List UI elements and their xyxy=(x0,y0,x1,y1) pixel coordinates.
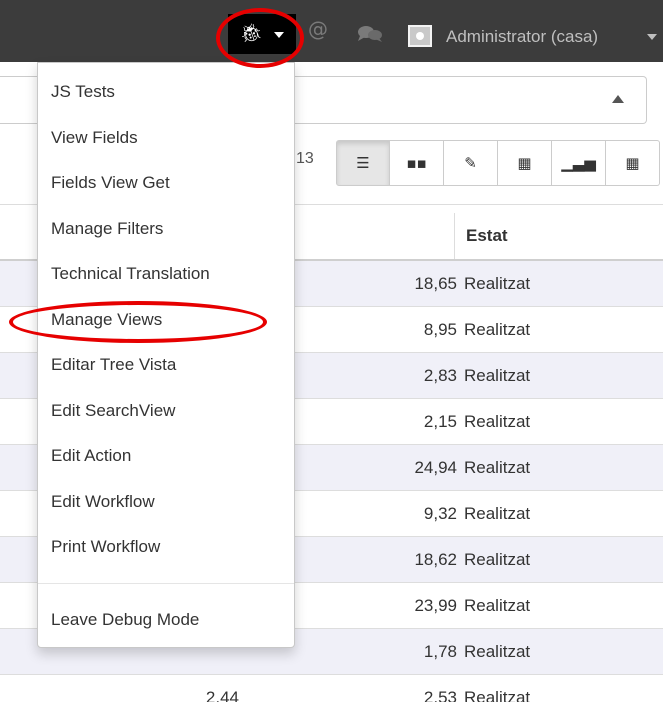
table-cell-total: 18,62 xyxy=(414,550,457,569)
menu-item-technical-translation[interactable]: Technical Translation xyxy=(38,263,294,303)
table-cell-estat: Realitzat xyxy=(464,412,531,431)
bar-chart-icon: ▁▃▅ xyxy=(561,154,596,172)
menu-item-print-workflow[interactable]: Print Workflow xyxy=(38,536,294,576)
column-header-estat[interactable]: Estat xyxy=(466,226,508,246)
table-cell-estat: Realitzat xyxy=(464,596,531,615)
menu-item-view-fields[interactable]: View Fields xyxy=(38,127,294,167)
table-cell-total: 9,32 xyxy=(423,504,457,523)
column-divider xyxy=(454,213,455,259)
view-switcher: ☰ ▪▪ ✎ ▦ ▁▃▅ ▦ xyxy=(336,140,660,186)
table-cell-total: 2,15 xyxy=(423,412,457,431)
table-cell-estat: Realitzat xyxy=(464,550,531,569)
menu-item-manage-filters[interactable]: Manage Filters xyxy=(38,218,294,258)
chevron-down-icon[interactable] xyxy=(647,34,657,40)
table-cell-estat: Realitzat xyxy=(464,274,531,293)
pivot-view-button[interactable]: ▦ xyxy=(498,140,552,186)
menu-divider xyxy=(38,583,294,584)
table-cell-total: 18,65 xyxy=(414,274,457,293)
graph-view-button[interactable]: ▁▃▅ xyxy=(552,140,606,186)
table-cell-total: 1,78 xyxy=(423,642,457,661)
at-icon[interactable]: @ xyxy=(308,18,328,40)
calendar-icon: ▦ xyxy=(625,154,640,172)
top-navbar: 🐞︎ @ Administrator (casa) xyxy=(0,0,663,62)
table-cell-estat: Realitzat xyxy=(464,320,531,339)
table-cell-total: 23,99 xyxy=(414,596,457,615)
table-cell-total: 2,53 xyxy=(423,688,457,702)
pager-value[interactable]: 13 xyxy=(296,150,314,168)
menu-item-edit-workflow[interactable]: Edit Workflow xyxy=(38,491,294,531)
list-icon: ☰ xyxy=(356,154,370,172)
form-view-button[interactable]: ✎ xyxy=(444,140,498,186)
table-cell-estat: Realitzat xyxy=(464,642,531,661)
comments-icon[interactable] xyxy=(357,25,383,43)
menu-item-js-tests[interactable]: JS Tests xyxy=(38,81,294,121)
menu-item-edit-action[interactable]: Edit Action xyxy=(38,445,294,485)
highlight-ring-manage-views xyxy=(9,301,267,343)
table-cell-total: 8,95 xyxy=(423,320,457,339)
table-icon: ▦ xyxy=(517,154,532,172)
menu-item-edit-searchview[interactable]: Edit SearchView xyxy=(38,400,294,440)
table-cell-estat: Realitzat xyxy=(464,458,531,477)
table-cell-total: 24,94 xyxy=(414,458,457,477)
table-row[interactable]: 2,44 2,53 Realitzat xyxy=(0,675,663,702)
user-menu-label[interactable]: Administrator (casa) xyxy=(446,27,598,47)
table-cell-estat: Realitzat xyxy=(464,688,531,702)
caret-up-icon[interactable] xyxy=(612,95,624,103)
table-cell-estat: Realitzat xyxy=(464,366,531,385)
table-cell: 2,44 xyxy=(205,688,239,702)
menu-item-fields-view-get[interactable]: Fields View Get xyxy=(38,172,294,212)
kanban-view-button[interactable]: ▪▪ xyxy=(390,140,444,186)
menu-item-leave-debug-mode[interactable]: Leave Debug Mode xyxy=(38,609,294,649)
debug-dropdown-menu: JS Tests View Fields Fields View Get Man… xyxy=(37,62,295,648)
calendar-view-button[interactable]: ▦ xyxy=(606,140,660,186)
table-cell-total: 2,83 xyxy=(423,366,457,385)
table-cell-estat: Realitzat xyxy=(464,504,531,523)
kanban-icon: ▪▪ xyxy=(406,154,427,172)
avatar-icon[interactable] xyxy=(408,25,432,47)
highlight-ring-debug-button xyxy=(216,8,304,68)
menu-item-editar-tree-vista[interactable]: Editar Tree Vista xyxy=(38,354,294,394)
edit-icon: ✎ xyxy=(464,154,477,172)
list-view-button[interactable]: ☰ xyxy=(336,140,390,186)
